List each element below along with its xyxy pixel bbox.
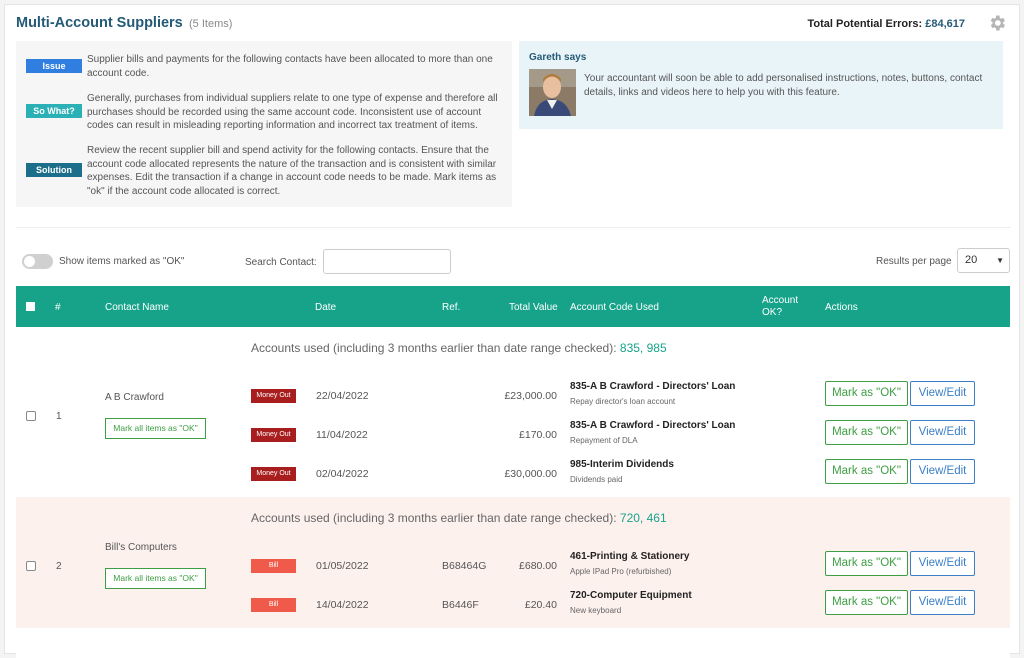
advisor-panel: Gareth says Your accountant will soon be… xyxy=(519,41,1003,129)
total-errors: Total Potential Errors: £84,617 xyxy=(807,18,965,30)
table-row-group: Accounts used (including 3 months earlie… xyxy=(16,327,1010,497)
type-badge: Bill xyxy=(251,598,296,612)
avatar xyxy=(529,69,576,116)
row-amount: £20.40 xyxy=(524,599,557,611)
type-badge: Bill xyxy=(251,559,296,573)
account-description: Repay director's loan account xyxy=(570,397,676,406)
row-date: 02/04/2022 xyxy=(316,468,369,480)
table-row-group-partial xyxy=(16,628,1010,658)
col-ref: Ref. xyxy=(442,302,461,313)
sowhat-tag: So What? xyxy=(26,104,82,118)
account-code: 461-Printing & Stationery xyxy=(570,551,690,562)
solution-tag: Solution xyxy=(26,163,82,177)
table-row: Bill 14/04/2022 B6446F £20.40 720-Comput… xyxy=(16,588,1010,626)
search-label: Search Contact: xyxy=(245,257,317,268)
total-errors-label: Total Potential Errors: xyxy=(807,18,923,30)
account-description: Apple IPad Pro (refurbished) xyxy=(570,567,672,576)
col-date: Date xyxy=(315,302,337,313)
avatar-image xyxy=(529,69,576,116)
view-edit-button[interactable]: View/Edit xyxy=(910,590,975,615)
row-date: 22/04/2022 xyxy=(316,390,369,402)
mark-ok-button[interactable]: Mark as "OK" xyxy=(825,551,908,576)
toggle-knob xyxy=(24,256,35,267)
mark-ok-button[interactable]: Mark as "OK" xyxy=(825,420,908,445)
page-header: Multi-Account Suppliers (5 Items) Total … xyxy=(16,15,1011,37)
row-amount: £23,000.00 xyxy=(504,390,557,402)
search-contact-input[interactable] xyxy=(323,249,451,274)
view-edit-button[interactable]: View/Edit xyxy=(910,459,975,484)
table-row: Money Out 11/04/2022 £170.00 835-A B Cra… xyxy=(16,418,1010,456)
view-edit-button[interactable]: View/Edit xyxy=(910,551,975,576)
show-ok-toggle[interactable] xyxy=(22,254,53,269)
account-code: 835-A B Crawford - Directors' Loan xyxy=(570,381,736,392)
accounts-used-label: Accounts used (including 3 months earlie… xyxy=(251,341,617,355)
accounts-used-label: Accounts used (including 3 months earlie… xyxy=(251,511,617,525)
show-ok-label: Show items marked as "OK" xyxy=(59,256,185,267)
account-description: New keyboard xyxy=(570,606,622,615)
table-row: Money Out 22/04/2022 £23,000.00 835-A B … xyxy=(16,379,1010,417)
accounts-used-codes: 835, 985 xyxy=(619,341,667,355)
account-code: 720-Computer Equipment xyxy=(570,590,692,601)
advisor-name: Gareth says xyxy=(529,52,587,63)
type-badge: Money Out xyxy=(251,389,296,403)
results-per-page-label: Results per page xyxy=(876,256,952,267)
col-contact: Contact Name xyxy=(105,302,169,313)
issue-text: Supplier bills and payments for the foll… xyxy=(87,54,493,79)
view-edit-button[interactable]: View/Edit xyxy=(910,381,975,406)
col-account-code: Account Code Used xyxy=(570,302,659,313)
solution-text: Review the recent supplier bill and spen… xyxy=(87,145,497,197)
gear-icon[interactable] xyxy=(987,13,1007,33)
table-row-group: Accounts used (including 3 months earlie… xyxy=(16,497,1010,628)
item-count: (5 Items) xyxy=(189,18,233,30)
view-edit-button[interactable]: View/Edit xyxy=(910,420,975,445)
row-ref: B6446F xyxy=(442,599,479,611)
issue-tag: Issue xyxy=(26,59,82,73)
row-amount: £30,000.00 xyxy=(504,468,557,480)
row-ref: B68464G xyxy=(442,560,487,572)
results-per-page-select[interactable]: 20 ▼ xyxy=(957,248,1010,273)
mark-ok-button[interactable]: Mark as "OK" xyxy=(825,459,908,484)
row-amount: £170.00 xyxy=(519,429,557,441)
row-date: 01/05/2022 xyxy=(316,560,369,572)
divider xyxy=(16,227,1011,228)
account-description: Dividends paid xyxy=(570,475,623,484)
advisor-message: Your accountant will soon be able to add… xyxy=(584,73,983,98)
col-actions: Actions xyxy=(825,302,858,313)
accounts-used-note: Accounts used (including 3 months earlie… xyxy=(251,511,667,525)
account-description: Repayment of DLA xyxy=(570,436,638,445)
account-code: 835-A B Crawford - Directors' Loan xyxy=(570,420,736,431)
col-total: Total Value xyxy=(509,302,558,313)
sowhat-text: Generally, purchases from individual sup… xyxy=(87,93,498,131)
table-row: Bill 01/05/2022 B68464G £680.00 461-Prin… xyxy=(16,549,1010,587)
row-amount: £680.00 xyxy=(519,560,557,572)
results-per-page-value: 20 xyxy=(965,254,978,266)
table-header: # Contact Name Date Ref. Total Value Acc… xyxy=(16,286,1010,327)
col-num: # xyxy=(55,302,61,313)
page-title: Multi-Account Suppliers xyxy=(16,15,183,31)
issue-info-panel: Issue Supplier bills and payments for th… xyxy=(16,41,512,207)
accounts-used-note: Accounts used (including 3 months earlie… xyxy=(251,341,667,355)
table-row: Money Out 02/04/2022 £30,000.00 985-Inte… xyxy=(16,457,1010,495)
col-account-ok-line2: OK? xyxy=(762,307,783,318)
page-frame: Multi-Account Suppliers (5 Items) Total … xyxy=(4,4,1020,658)
type-badge: Money Out xyxy=(251,428,296,442)
accounts-used-codes: 720, 461 xyxy=(619,511,667,525)
col-account-ok-line1: Account xyxy=(762,295,799,306)
mark-ok-button[interactable]: Mark as "OK" xyxy=(825,381,908,406)
select-all-checkbox[interactable] xyxy=(26,302,35,311)
type-badge: Money Out xyxy=(251,467,296,481)
mark-ok-button[interactable]: Mark as "OK" xyxy=(825,590,908,615)
total-errors-value: £84,617 xyxy=(925,18,965,30)
row-date: 11/04/2022 xyxy=(316,429,368,441)
chevron-down-icon: ▼ xyxy=(996,256,1004,265)
row-date: 14/04/2022 xyxy=(316,599,369,611)
account-code: 985-Interim Dividends xyxy=(570,459,674,470)
